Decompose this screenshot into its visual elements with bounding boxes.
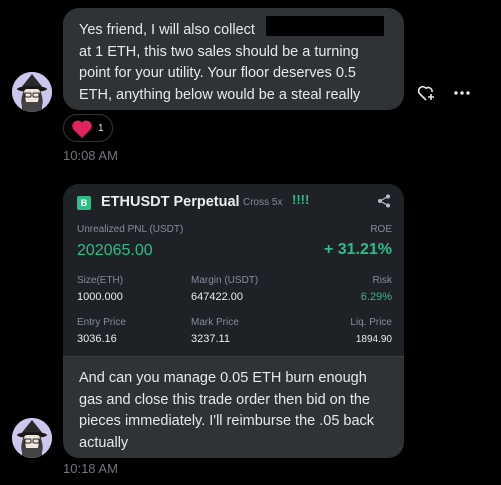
avatar[interactable] (12, 418, 52, 458)
trade-pair: ETHUSDT Perpetual (101, 194, 240, 210)
roe-value: + 31.21% (323, 241, 392, 258)
trade-card[interactable]: B ETHUSDT Perpetual Cross 5x !!!! Unreal… (63, 184, 404, 357)
risk-label: Risk (372, 275, 392, 286)
message-text-rest: at 1 ETH, this two sales should be a tur… (79, 43, 361, 103)
message-timestamp: 10:08 AM (63, 148, 118, 163)
avatar[interactable] (12, 72, 52, 112)
margin-label: Margin (USDT) (191, 275, 259, 286)
entry-price-value: 3036.16 (77, 333, 117, 345)
pnl-label: Unrealized PNL (USDT) (77, 224, 184, 235)
add-reaction-icon[interactable] (414, 81, 438, 105)
avatar-image (12, 418, 52, 458)
reaction-count: 1 (98, 123, 104, 134)
liq-price-value: 1894.90 (355, 334, 392, 345)
message-bubble-with-card: B ETHUSDT Perpetual Cross 5x !!!! Unreal… (63, 184, 404, 458)
heart-icon (72, 120, 92, 138)
risk-value: 6.29% (360, 291, 392, 303)
reaction-pill[interactable]: 1 (63, 114, 113, 142)
mark-price-value: 3237.11 (191, 333, 230, 345)
message-timestamp: 10:18 AM (63, 461, 118, 476)
margin-value: 647422.00 (191, 291, 243, 303)
size-value: 1000.000 (77, 291, 123, 303)
signal-bars: !!!! (292, 192, 310, 207)
margin-mode: Cross 5x (243, 197, 283, 208)
more-icon[interactable] (450, 81, 474, 105)
liq-price-label: Liq. Price (350, 317, 392, 328)
size-label: Size(ETH) (77, 275, 124, 286)
exchange-logo: B (77, 196, 91, 210)
roe-label: ROE (370, 224, 392, 235)
avatar-image (12, 72, 52, 112)
message-text: And can you manage 0.05 ETH burn enough … (79, 370, 375, 451)
redacted-block (266, 16, 384, 36)
share-icon[interactable] (377, 194, 391, 208)
mark-price-label: Mark Price (191, 317, 239, 328)
message-text-line1: Yes friend, I will also collect (79, 22, 255, 38)
pnl-value: 202065.00 (77, 242, 153, 259)
entry-price-label: Entry Price (77, 317, 126, 328)
